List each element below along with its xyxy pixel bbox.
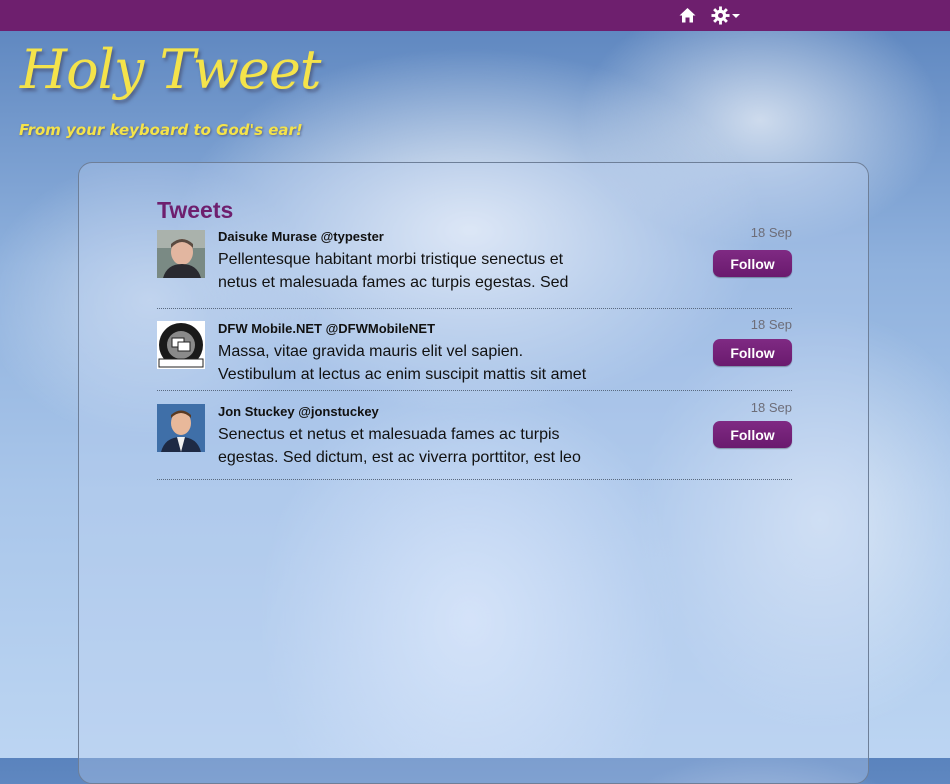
home-icon[interactable] <box>679 7 696 23</box>
caret-down-icon[interactable] <box>732 14 740 18</box>
tweet-text: Pellentesque habitant morbi tristique se… <box>218 248 648 294</box>
tweet-text-line: egestas. Sed dictum, est ac viverra port… <box>218 449 581 466</box>
tweet-text: Senectus et netus et malesuada fames ac … <box>218 423 648 469</box>
follow-button[interactable]: Follow <box>713 421 792 448</box>
tweet-text-line: netus et malesuada fames ac turpis egest… <box>218 274 569 291</box>
top-bar <box>0 0 950 31</box>
tweet-item: DFW Mobile.NET @DFWMobileNET Massa, vita… <box>157 317 792 391</box>
page-title: Tweets <box>157 197 234 223</box>
tweet-author[interactable]: Jon Stuckey @jonstuckey <box>218 404 379 419</box>
avatar <box>157 321 205 369</box>
avatar <box>157 230 205 278</box>
tweet-item: Daisuke Murase @typester Pellentesque ha… <box>157 225 792 309</box>
tweet-author[interactable]: Daisuke Murase @typester <box>218 229 384 244</box>
follow-button[interactable]: Follow <box>713 250 792 277</box>
app-tagline: From your keyboard to God's ear! <box>19 121 303 139</box>
tweet-author[interactable]: DFW Mobile.NET @DFWMobileNET <box>218 321 435 336</box>
tweet-item: Jon Stuckey @jonstuckey Senectus et netu… <box>157 400 792 480</box>
tweet-text-line: Pellentesque habitant morbi tristique se… <box>218 251 564 268</box>
avatar <box>157 404 205 452</box>
tweet-date: 18 Sep <box>750 400 792 415</box>
tweet-date: 18 Sep <box>750 225 792 240</box>
gear-icon[interactable] <box>711 6 730 25</box>
app-logo: Holy Tweet <box>20 38 321 101</box>
tweet-date: 18 Sep <box>750 317 792 332</box>
follow-button[interactable]: Follow <box>713 339 792 366</box>
tweet-text-line: Vestibulum at lectus ac enim suscipit ma… <box>218 366 587 383</box>
tweet-text-line: Senectus et netus et malesuada fames ac … <box>218 426 560 443</box>
tweet-text: Massa, vitae gravida mauris elit vel sap… <box>218 340 648 386</box>
tweet-text-line: Massa, vitae gravida mauris elit vel sap… <box>218 343 524 360</box>
